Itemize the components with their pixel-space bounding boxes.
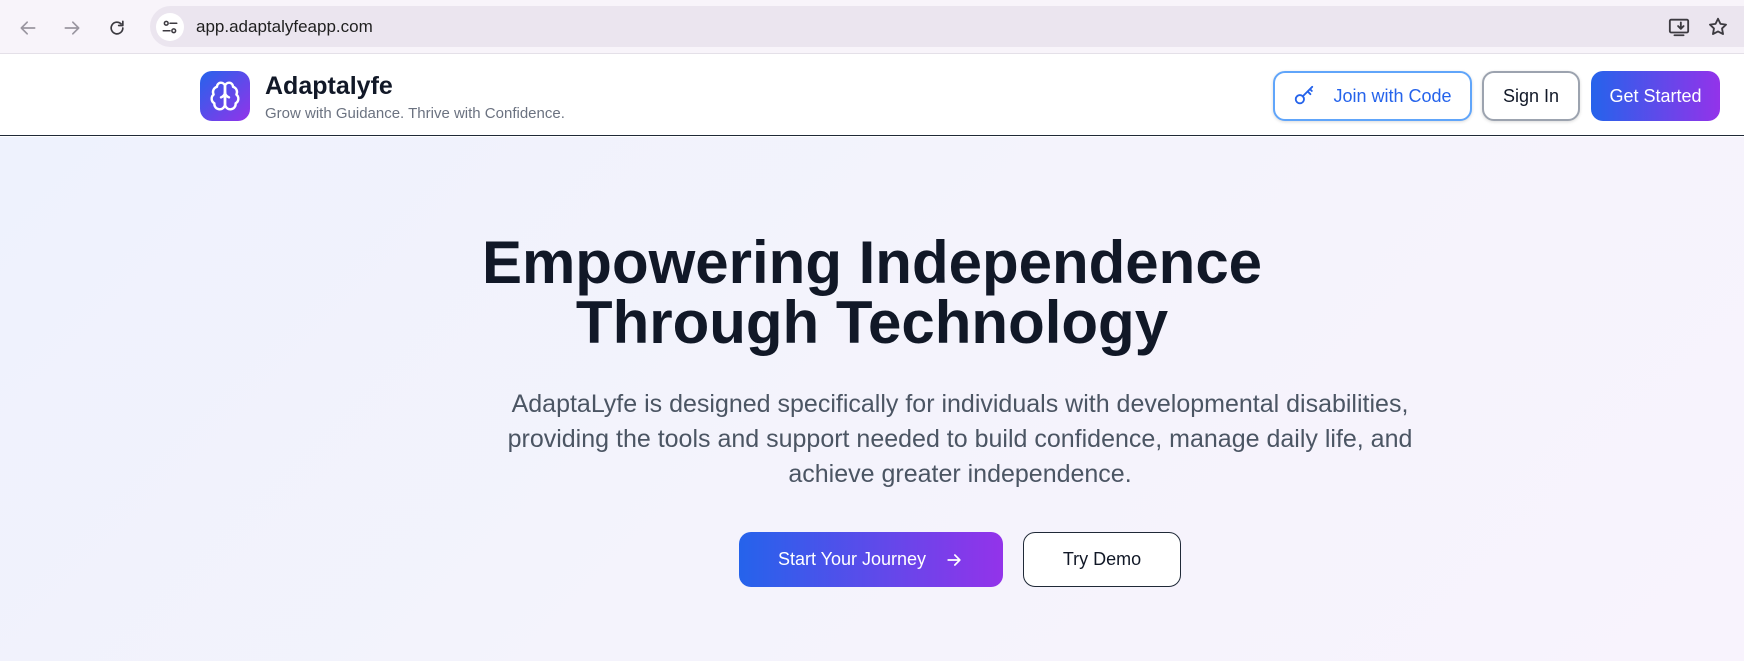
brain-icon: [210, 81, 240, 111]
key-icon: [1293, 85, 1315, 107]
site-header: Adaptalyfe Grow with Guidance. Thrive wi…: [0, 55, 1744, 136]
get-started-button[interactable]: Get Started: [1591, 71, 1720, 121]
bookmark-star-icon: [1709, 17, 1727, 35]
join-with-code-label: Join with Code: [1333, 85, 1452, 106]
forward-button[interactable]: [54, 10, 90, 46]
arrow-right-icon: [944, 550, 964, 570]
reload-icon: [110, 20, 124, 35]
reload-button[interactable]: [99, 10, 135, 46]
try-demo-button[interactable]: Try Demo: [1023, 532, 1181, 587]
brand-tagline: Grow with Guidance. Thrive with Confiden…: [265, 105, 565, 122]
site-settings-button[interactable]: [156, 13, 184, 41]
install-app-button[interactable]: [1668, 16, 1690, 38]
back-button[interactable]: [10, 10, 46, 46]
hero-description: AdaptaLyfe is designed specifically for …: [507, 390, 1413, 488]
forward-arrow-icon: [64, 21, 80, 35]
hero-title: Empowering Independence Through Technolo…: [0, 233, 1744, 353]
hero-section: Empowering Independence Through Technolo…: [0, 137, 1744, 661]
site-settings-icon: [162, 20, 178, 34]
back-arrow-icon: [20, 21, 36, 35]
brand-name[interactable]: Adaptalyfe: [265, 72, 393, 101]
join-with-code-button[interactable]: Join with Code: [1273, 71, 1472, 121]
start-your-journey-button[interactable]: Start Your Journey: [739, 532, 1003, 587]
hero-title-line-2: Through Technology: [575, 289, 1169, 356]
browser-toolbar: app.adaptalyfeapp.com: [0, 0, 1744, 54]
logo[interactable]: [200, 71, 250, 121]
hero-title-line-1: Empowering Independence: [481, 229, 1263, 296]
bookmark-button[interactable]: [1707, 16, 1729, 38]
install-app-icon: [1668, 18, 1690, 37]
address-bar[interactable]: app.adaptalyfeapp.com: [150, 6, 1744, 47]
sign-in-button[interactable]: Sign In: [1482, 71, 1580, 121]
url-text[interactable]: app.adaptalyfeapp.com: [196, 17, 373, 37]
start-your-journey-label: Start Your Journey: [777, 549, 927, 569]
